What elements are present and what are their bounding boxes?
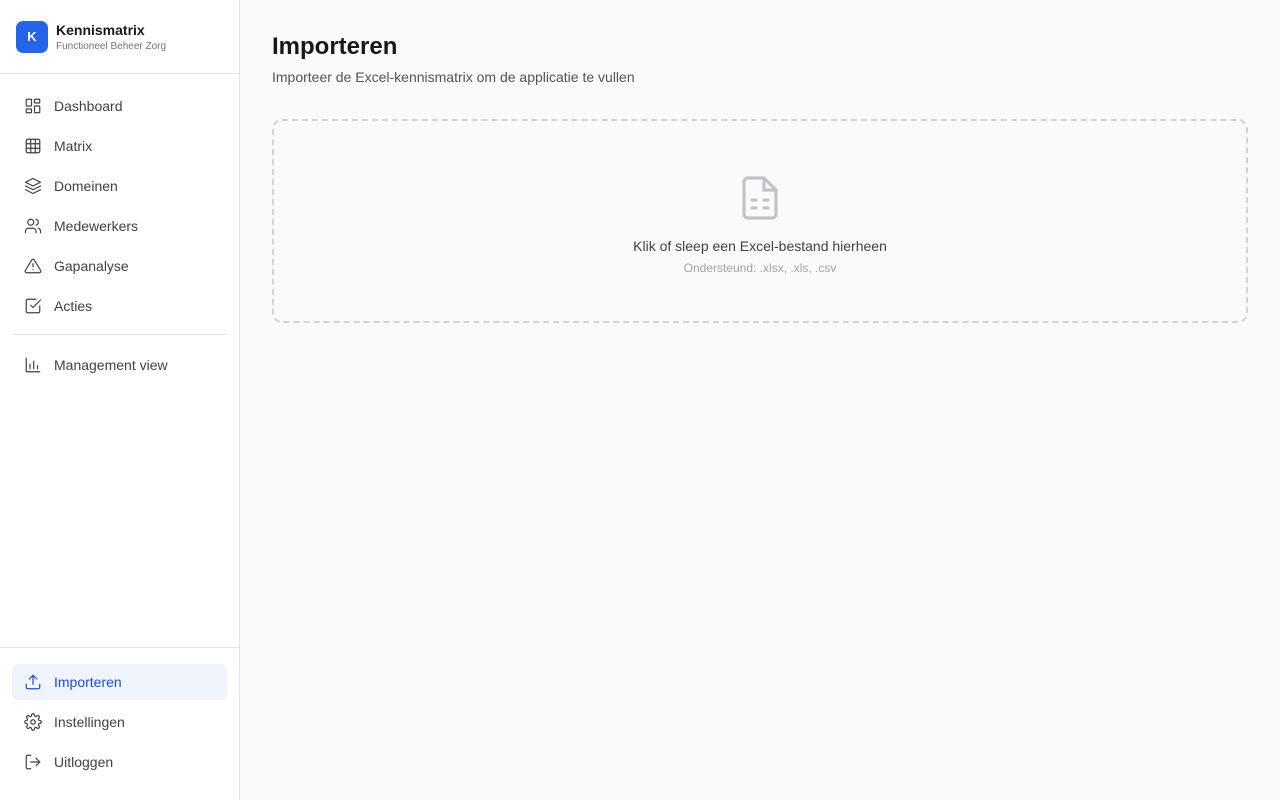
nav-item-uitloggen[interactable]: Uitloggen xyxy=(12,744,227,780)
page-title: Importeren xyxy=(272,33,398,60)
file-dropzone[interactable]: Klik of sleep een Excel-bestand hierheen… xyxy=(272,119,1248,323)
nav-item-instellingen[interactable]: Instellingen xyxy=(12,704,227,740)
page-subtitle: Importeer de Excel-kennismatrix om de ap… xyxy=(272,69,635,85)
nav-item-importeren[interactable]: Importeren xyxy=(12,664,227,700)
check-square-icon xyxy=(25,298,42,314)
nav-divider xyxy=(12,334,227,335)
brand-subtitle: Functioneel Beheer Zorg xyxy=(56,40,167,52)
brand-logo: K xyxy=(16,20,48,53)
gear-icon xyxy=(24,713,42,731)
nav-label: Uitloggen xyxy=(54,754,114,770)
nav-label: Acties xyxy=(54,298,93,314)
main-content: Importeren Importeer de Excel-kennismatr… xyxy=(240,0,1280,800)
nav-label: Instellingen xyxy=(54,714,125,730)
nav-item-management-view[interactable]: Management view xyxy=(12,347,227,383)
nav-label: Matrix xyxy=(54,138,93,154)
grid-table-icon xyxy=(25,138,41,154)
nav-item-matrix[interactable]: Matrix xyxy=(12,128,227,164)
layout-dashboard-icon xyxy=(25,98,41,114)
nav-label: Domeinen xyxy=(54,178,118,194)
users-icon xyxy=(24,218,42,234)
nav-item-domeinen[interactable]: Domeinen xyxy=(12,168,227,204)
brand-text: Kennismatrix Functioneel Beheer Zorg xyxy=(56,22,166,52)
dropzone-title: Klik of sleep een Excel-bestand hierheen xyxy=(633,237,887,254)
nav-label: Dashboard xyxy=(54,98,123,114)
nav-label: Medewerkers xyxy=(54,218,139,234)
brand-name: Kennismatrix xyxy=(56,21,145,38)
bottom-nav: Importeren Instellingen Uitloggen xyxy=(0,647,239,800)
alert-triangle-icon xyxy=(24,258,42,274)
dropzone-hint: Ondersteund: .xlsx, .xls, .csv xyxy=(683,260,837,275)
sidebar: K Kennismatrix Functioneel Beheer Zorg D… xyxy=(0,0,240,800)
nav-item-medewerkers[interactable]: Medewerkers xyxy=(12,208,227,244)
logout-icon xyxy=(25,754,41,770)
nav-item-dashboard[interactable]: Dashboard xyxy=(12,88,227,124)
nav-item-gapanalyse[interactable]: Gapanalyse xyxy=(12,248,227,284)
brand-header: K Kennismatrix Functioneel Beheer Zorg xyxy=(0,0,239,74)
upload-icon xyxy=(25,674,41,690)
main-nav: Dashboard Matrix Domeinen Medewerkers Ga… xyxy=(0,74,239,387)
nav-item-acties[interactable]: Acties xyxy=(12,288,227,324)
nav-label: Gapanalyse xyxy=(54,258,129,274)
app-shell: K Kennismatrix Functioneel Beheer Zorg D… xyxy=(0,0,1280,800)
file-spreadsheet-icon xyxy=(742,175,778,220)
nav-label: Importeren xyxy=(54,674,122,690)
layers-icon xyxy=(24,177,42,195)
nav-label: Management view xyxy=(54,357,168,373)
bar-chart-icon xyxy=(25,357,41,373)
